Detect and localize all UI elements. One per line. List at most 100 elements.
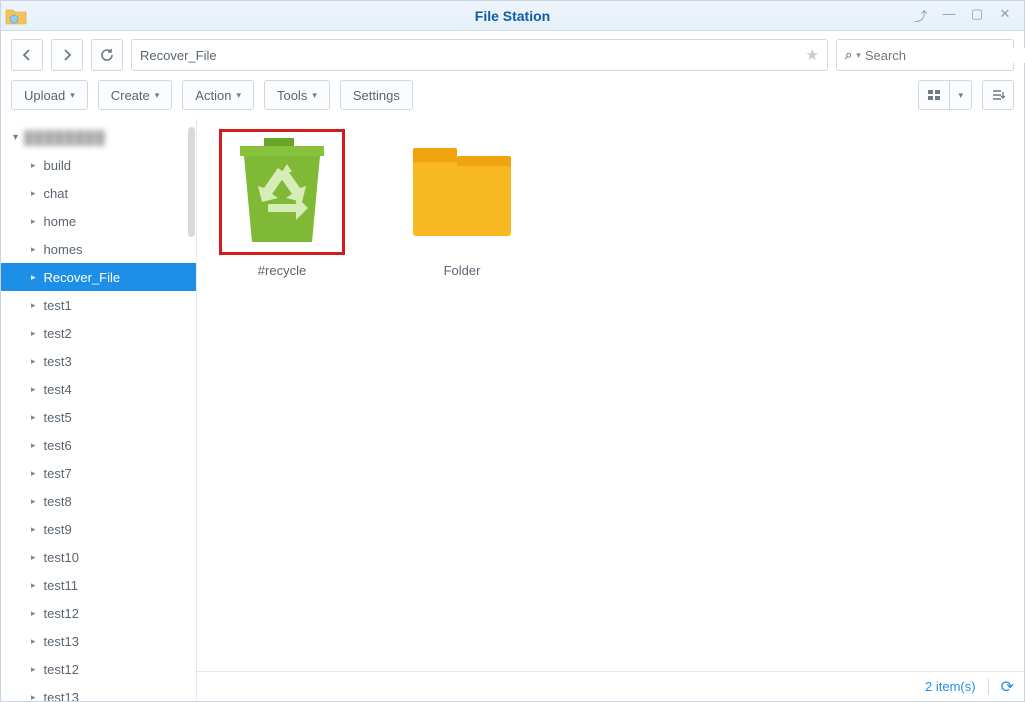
sidebar-item-label: test2 [44, 326, 72, 341]
sidebar-item-test13[interactable]: ▸ test13 [1, 683, 196, 701]
sidebar-item-test13[interactable]: ▸ test13 [1, 627, 196, 655]
back-button[interactable] [11, 39, 43, 71]
sidebar-item-test1[interactable]: ▸ test1 [1, 291, 196, 319]
chevron-right-icon: ▸ [31, 328, 36, 339]
path-field[interactable]: ★ [131, 39, 828, 71]
sidebar: ▾ ████████ ▸ build ▸ chat ▸ home ▸ homes ▸Recove… [1, 119, 197, 701]
titlebar: File Station ⤴ — ▢ ✕ [1, 1, 1024, 31]
sidebar-item-label: test5 [44, 410, 72, 425]
chevron-right-icon: ▸ [31, 244, 36, 255]
chevron-right-icon: ▸ [31, 300, 36, 311]
sidebar-item-test5[interactable]: ▸ test5 [1, 403, 196, 431]
settings-button[interactable]: Settings [340, 80, 413, 110]
view-thumbnails-button[interactable] [918, 80, 950, 110]
sidebar-item-homes[interactable]: ▸ homes [1, 235, 196, 263]
sidebar-item-label: chat [44, 186, 69, 201]
sidebar-item-label: test1 [44, 298, 72, 313]
search-input[interactable] [865, 48, 1025, 63]
file-item-folder[interactable]: Folder [397, 129, 527, 278]
sidebar-item-test4[interactable]: ▸ test4 [1, 375, 196, 403]
sidebar-item-build[interactable]: ▸ build [1, 151, 196, 179]
chevron-right-icon: ▸ [31, 524, 36, 535]
star-icon[interactable]: ★ [802, 46, 819, 64]
chevron-right-icon: ▸ [31, 608, 36, 619]
sidebar-item-label: build [44, 158, 71, 173]
sidebar-item-label: test13 [44, 690, 79, 702]
minimize-icon[interactable]: — [940, 6, 958, 25]
tools-button[interactable]: Tools▾ [264, 80, 330, 110]
sidebar-item-label: test3 [44, 354, 72, 369]
file-station-window: File Station ⤴ — ▢ ✕ ★ ⌕ ▾ Upload▾ Creat… [0, 0, 1025, 702]
chevron-right-icon: ▸ [31, 272, 36, 283]
chevron-down-icon: ▾ [852, 50, 865, 61]
nav-toolbar: ★ ⌕ ▾ [1, 31, 1024, 79]
action-button[interactable]: Action▾ [182, 80, 254, 110]
sidebar-item-test10[interactable]: ▸test10 [1, 543, 196, 571]
sidebar-scrollbar[interactable] [188, 127, 195, 237]
chevron-right-icon: ▸ [31, 188, 36, 199]
tree-root[interactable]: ▾ ████████ [1, 123, 196, 151]
close-icon[interactable]: ✕ [996, 6, 1014, 25]
chevron-right-icon: ▸ [31, 160, 36, 171]
search-box[interactable]: ⌕ ▾ [836, 39, 1014, 71]
refresh-icon[interactable]: ⟳ [1001, 677, 1014, 697]
chevron-down-icon: ▾ [13, 132, 18, 143]
path-input[interactable] [140, 48, 802, 63]
sidebar-item-test8[interactable]: ▸ test8 [1, 487, 196, 515]
chevron-right-icon: ▸ [31, 580, 36, 591]
chevron-right-icon: ▸ [31, 384, 36, 395]
sidebar-item-label: homes [44, 242, 83, 257]
sidebar-item-label: test7 [44, 466, 72, 481]
sort-button[interactable] [982, 80, 1014, 110]
forward-button[interactable] [51, 39, 83, 71]
sidebar-item-recover_file[interactable]: ▸Recover_File [1, 263, 196, 291]
chevron-right-icon: ▸ [31, 440, 36, 451]
sidebar-item-test9[interactable]: ▸ test9 [1, 515, 196, 543]
search-icon: ⌕ [845, 47, 852, 63]
sidebar-item-label: home [44, 214, 77, 229]
sidebar-item-label: test6 [44, 438, 72, 453]
upload-button[interactable]: Upload▾ [11, 80, 88, 110]
sidebar-item-test7[interactable]: ▸ test7 [1, 459, 196, 487]
file-item-label: #recycle [217, 263, 347, 278]
maximize-icon[interactable]: ▢ [968, 6, 986, 25]
create-button[interactable]: Create▾ [98, 80, 173, 110]
sidebar-item-label: test13 [44, 634, 79, 649]
sidebar-item-test6[interactable]: ▸ test6 [1, 431, 196, 459]
sidebar-item-home[interactable]: ▸ home [1, 207, 196, 235]
sidebar-item-label: test12 [44, 606, 79, 621]
sidebar-item-test12[interactable]: ▸test12 [1, 655, 196, 683]
chevron-right-icon: ▸ [31, 636, 36, 647]
chevron-right-icon: ▸ [31, 468, 36, 479]
window-title: File Station [1, 8, 1024, 24]
item-count: 2 item(s) [925, 679, 976, 694]
sidebar-item-test3[interactable]: ▸ test3 [1, 347, 196, 375]
folder-icon [399, 129, 525, 255]
refresh-button[interactable] [91, 39, 123, 71]
file-item-label: Folder [397, 263, 527, 278]
chevron-right-icon: ▸ [31, 664, 36, 675]
view-dropdown-button[interactable]: ▾ [949, 80, 972, 110]
sidebar-item-label: test8 [44, 494, 72, 509]
statusbar: 2 item(s) ⟳ [197, 671, 1024, 701]
sidebar-item-label: test11 [44, 578, 78, 593]
sidebar-item-test2[interactable]: ▸ test2 [1, 319, 196, 347]
sidebar-item-test12[interactable]: ▸ test12 [1, 599, 196, 627]
chevron-right-icon: ▸ [31, 552, 36, 563]
sidebar-item-label: test9 [44, 522, 72, 537]
body: ▾ ████████ ▸ build ▸ chat ▸ home ▸ homes ▸Recove… [1, 119, 1024, 701]
sidebar-item-test11[interactable]: ▸ test11 [1, 571, 196, 599]
chevron-right-icon: ▸ [31, 692, 36, 702]
view-group: ▾ [918, 80, 972, 110]
pin-icon[interactable]: ⤴ [912, 6, 930, 25]
file-item-recycle[interactable]: #recycle [217, 129, 347, 278]
content-area: #recycle Folder 2 item(s) ⟳ [197, 119, 1024, 701]
sidebar-item-chat[interactable]: ▸ chat [1, 179, 196, 207]
chevron-right-icon: ▸ [31, 356, 36, 367]
window-controls: ⤴ — ▢ ✕ [912, 6, 1024, 25]
chevron-right-icon: ▸ [31, 412, 36, 423]
chevron-right-icon: ▸ [31, 496, 36, 507]
sidebar-item-label: test4 [44, 382, 72, 397]
chevron-right-icon: ▸ [31, 216, 36, 227]
thumbnail-grid: #recycle Folder [197, 119, 1024, 671]
